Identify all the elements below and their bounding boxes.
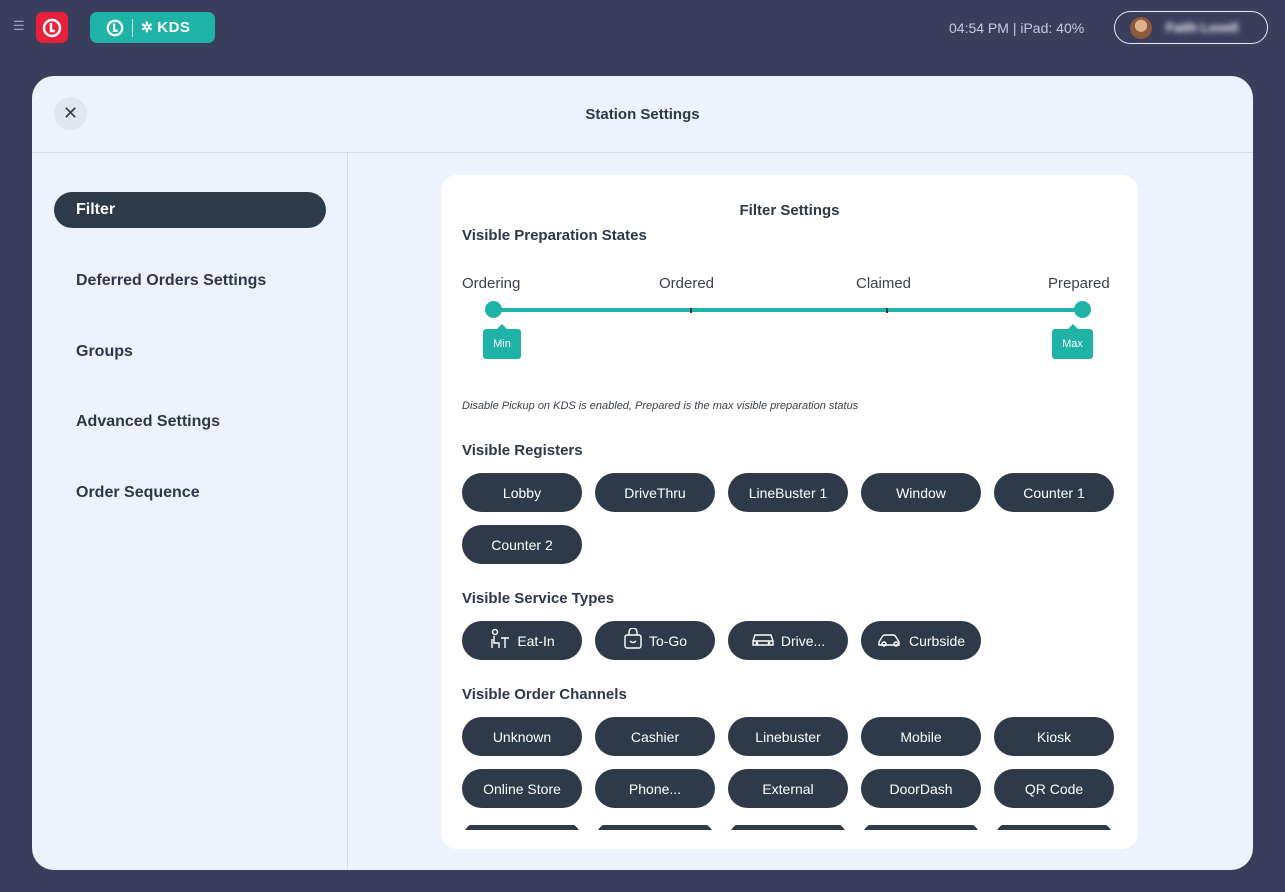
state-label-claimed: Claimed [856, 275, 912, 292]
register-chip-linebuster-1[interactable]: LineBuster 1 [728, 473, 848, 512]
sidebar-item-order-sequence[interactable]: Order Sequence [54, 475, 326, 511]
slider-min-handle[interactable] [485, 301, 502, 318]
kds-spark-icon: ✲ [141, 19, 154, 35]
channel-chip-doordash[interactable]: DoorDash [861, 769, 981, 808]
brand-logo-icon [42, 18, 62, 37]
status-text: 04:54 PM | iPad: 40% [949, 20, 1084, 36]
sidebar-item-filter[interactable]: Filter [54, 192, 326, 228]
modal-title: Station Settings [585, 106, 700, 123]
sidebar-item-groups[interactable]: Groups [54, 334, 326, 370]
order-channels-title: Visible Order Channels [462, 686, 627, 703]
sidebar-item-advanced-settings[interactable]: Advanced Settings [54, 404, 326, 440]
channel-chip-online-store[interactable]: Online Store [462, 769, 582, 808]
brand-logo-icon [106, 19, 124, 36]
sidebar-item-deferred-orders[interactable]: Deferred Orders Settings [54, 263, 326, 299]
slider-max-label: Max [1052, 324, 1093, 359]
menu-icon[interactable]: ☰ [13, 19, 25, 32]
service-chip-eat-in[interactable]: Eat-In [462, 621, 582, 660]
user-name: Faith Lovell [1166, 20, 1239, 35]
service-chip-curbside[interactable]: Curbside [861, 621, 981, 660]
prep-states-note: Disable Pickup on KDS is enabled, Prepar… [462, 400, 859, 412]
curbside-car-icon [877, 630, 903, 652]
registers-title: Visible Registers [462, 442, 583, 459]
state-label-ordered: Ordered [659, 275, 715, 292]
channel-chip-partial[interactable] [994, 825, 1114, 830]
channel-chip-phone[interactable]: Phone... [595, 769, 715, 808]
bag-icon [623, 626, 643, 654]
settings-sidebar: Filter Deferred Orders Settings Groups A… [32, 153, 348, 870]
state-label-prepared: Prepared [1048, 275, 1110, 292]
register-chip-window[interactable]: Window [861, 473, 981, 512]
service-chip-label: Curbside [908, 632, 966, 649]
register-chip-counter-2[interactable]: Counter 2 [462, 525, 582, 564]
station-settings-modal: ✕ Station Settings Filter Deferred Order… [32, 76, 1253, 870]
channel-chip-mobile[interactable]: Mobile [861, 717, 981, 756]
service-chip-label: To-Go [648, 632, 688, 649]
app-logo [36, 12, 68, 43]
service-chip-to-go[interactable]: To-Go [595, 621, 715, 660]
slider-min-label: Min [483, 324, 521, 359]
register-chip-counter-1[interactable]: Counter 1 [994, 473, 1114, 512]
state-label-ordering: Ordering [462, 275, 521, 292]
channel-chip-external[interactable]: External [728, 769, 848, 808]
register-chip-drivethru[interactable]: DriveThru [595, 473, 715, 512]
car-icon [751, 630, 775, 652]
dine-in-icon [489, 628, 511, 654]
kds-app-badge[interactable]: ✲ KDS [90, 12, 215, 43]
channel-chip-cashier[interactable]: Cashier [595, 717, 715, 756]
slider-tick [886, 308, 888, 313]
channel-chip-partial[interactable] [462, 825, 582, 830]
device-battery: | iPad: 40% [1012, 20, 1085, 36]
service-chip-label: Drive... [780, 632, 826, 649]
service-types-title: Visible Service Types [462, 590, 615, 607]
channel-chip-qr-code[interactable]: QR Code [994, 769, 1114, 808]
slider-tick [690, 308, 692, 313]
channel-chip-linebuster[interactable]: Linebuster [728, 717, 848, 756]
filter-settings-panel: Filter Settings Visible Preparation Stat… [441, 175, 1138, 849]
channel-row-overflow [441, 825, 1138, 830]
badge-divider [132, 18, 133, 37]
channel-chip-kiosk[interactable]: Kiosk [994, 717, 1114, 756]
app-name: KDS [157, 19, 191, 36]
channel-chip-partial[interactable] [595, 825, 715, 830]
register-chip-lobby[interactable]: Lobby [462, 473, 582, 512]
channel-chip-unknown[interactable]: Unknown [462, 717, 582, 756]
service-chip-drive[interactable]: Drive... [728, 621, 848, 660]
avatar [1130, 16, 1152, 39]
panel-title: Filter Settings [739, 202, 840, 219]
clock: 04:54 PM [949, 20, 1009, 36]
user-menu-button[interactable]: Faith Lovell [1114, 11, 1268, 44]
prep-states-title: Visible Preparation States [462, 227, 647, 244]
slider-max-handle[interactable] [1074, 301, 1091, 318]
channel-chip-partial[interactable] [728, 825, 848, 830]
prep-state-slider-track[interactable] [494, 308, 1083, 312]
modal-header: ✕ Station Settings [32, 76, 1253, 153]
service-chip-label: Eat-In [517, 632, 555, 649]
channel-chip-partial[interactable] [861, 825, 981, 830]
